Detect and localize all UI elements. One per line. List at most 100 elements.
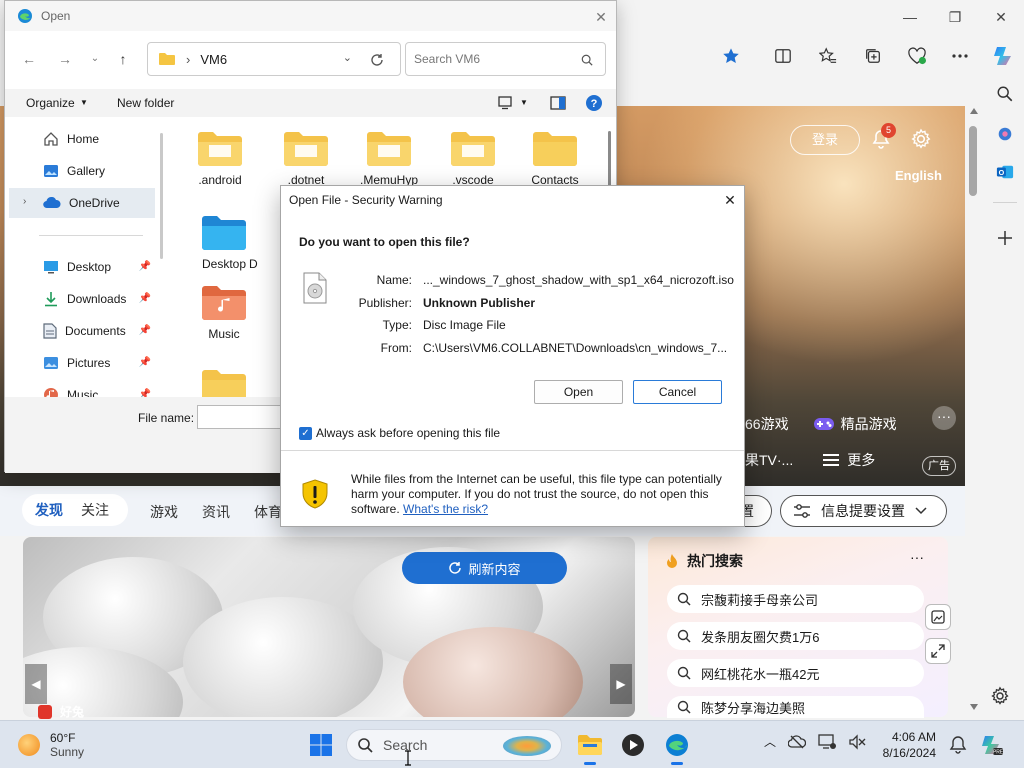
expand-icon[interactable] (925, 638, 951, 664)
restore-button[interactable]: ❐ (940, 6, 970, 28)
scrollbar-thumb[interactable] (969, 126, 977, 196)
view-options-icon[interactable] (498, 96, 512, 110)
outlook-icon[interactable]: O (993, 160, 1017, 184)
always-ask-checkbox[interactable]: ✓ Always ask before opening this file (299, 426, 500, 440)
folder-item[interactable]: .android (182, 129, 258, 201)
pane-splitter[interactable] (160, 133, 163, 259)
organize-menu[interactable]: Organize (26, 96, 75, 110)
view-options-chevron-icon[interactable]: ▼ (520, 98, 528, 107)
expand-chevron-icon[interactable]: › (23, 196, 26, 207)
taskbar-media-player[interactable] (617, 729, 649, 761)
quick-link-games[interactable]: 精品游戏 (813, 414, 897, 434)
cloud-offline-icon[interactable] (788, 734, 807, 749)
more-options-icon[interactable] (948, 44, 972, 68)
up-arrow-icon[interactable]: ↑ (113, 49, 133, 69)
taskbar-clock[interactable]: 4:06 AM 8/16/2024 (880, 729, 936, 761)
add-sidebar-app-icon[interactable] (993, 226, 1017, 250)
quick-link[interactable]: 66游戏 (745, 414, 789, 434)
copilot-taskbar-icon[interactable]: PRE (980, 733, 1004, 757)
taskbar-file-explorer[interactable] (574, 729, 606, 765)
search-icon[interactable] (993, 82, 1017, 106)
folder-item[interactable]: Music (186, 283, 262, 355)
quick-links-row: 66游戏 精品游戏 (745, 414, 897, 434)
tab-discover[interactable]: 发现 (35, 500, 63, 520)
address-location[interactable]: VM6 (200, 52, 227, 67)
security-info: While files from the Internet can be use… (351, 472, 736, 517)
tab-sports[interactable]: 体育 (254, 502, 282, 522)
hot-search-item[interactable]: 宗馥莉接手母亲公司 (667, 585, 924, 613)
refresh-content-button[interactable]: 刷新内容 (402, 552, 567, 584)
security-warning-close-button[interactable]: ✕ (719, 189, 741, 211)
quick-link[interactable]: 果TV·... (745, 450, 793, 470)
carousel-prev-button[interactable]: ◀ (25, 664, 47, 704)
hero-more-button[interactable]: ··· (932, 406, 956, 430)
feed-digest-settings-button[interactable]: 信息提要设置 (780, 495, 947, 527)
new-folder-button[interactable]: New folder (117, 96, 174, 110)
nav-item-pictures[interactable]: Pictures 📌 (9, 348, 155, 378)
split-screen-icon[interactable] (771, 44, 795, 68)
close-browser-button[interactable]: ✕ (986, 6, 1016, 28)
volume-muted-icon[interactable] (848, 733, 866, 750)
preview-pane-icon[interactable] (550, 96, 566, 110)
cancel-button[interactable]: Cancel (633, 380, 722, 404)
nav-item-gallery[interactable]: Gallery (9, 156, 155, 186)
collections-icon[interactable] (861, 44, 885, 68)
checkbox-checked-icon[interactable]: ✓ (299, 426, 312, 440)
favorite-star-icon[interactable] (719, 44, 743, 68)
forward-arrow-icon[interactable]: → (55, 49, 75, 69)
show-hidden-icons-chevron-icon[interactable]: ︿ (764, 733, 776, 750)
quick-link-more[interactable]: 更多 (823, 450, 875, 470)
page-settings-gear-icon[interactable] (990, 686, 1014, 710)
browser-essentials-icon[interactable] (905, 44, 929, 68)
favorites-icon[interactable] (816, 44, 840, 68)
address-bar[interactable]: › VM6 ⌄ (147, 42, 401, 76)
file-name-input[interactable] (197, 405, 287, 429)
taskbar-edge[interactable] (661, 729, 693, 765)
carousel-next-button[interactable]: ▶ (610, 664, 632, 704)
help-icon[interactable]: ? (585, 94, 603, 112)
weather-condition: Sunny (50, 745, 85, 759)
publisher-value: Unknown Publisher (423, 296, 536, 310)
scroll-down-arrow-icon[interactable] (970, 704, 978, 710)
page-scrollbar[interactable] (965, 106, 983, 718)
taskbar-search-box[interactable]: Search (346, 729, 562, 761)
nav-item-home[interactable]: Home (9, 124, 155, 154)
nav-item-desktop[interactable]: Desktop 📌 (9, 252, 155, 282)
open-button[interactable]: Open (534, 380, 623, 404)
language-switch[interactable]: English (895, 168, 942, 183)
open-dialog-close-button[interactable]: ✕ (591, 7, 611, 27)
tab-follow[interactable]: 关注 (81, 500, 109, 520)
hot-search-item[interactable]: 网红桃花水一瓶42元 (667, 659, 924, 687)
display-icon[interactable] (818, 733, 837, 750)
weather-widget[interactable]: 60°F Sunny (18, 731, 84, 759)
windows-start-icon[interactable] (309, 733, 333, 757)
address-dropdown-chevron-icon[interactable]: ⌄ (343, 51, 352, 64)
whats-the-risk-link[interactable]: What's the risk? (403, 502, 488, 516)
hot-search-more-button[interactable]: ··· (910, 549, 924, 565)
scroll-up-arrow-icon[interactable] (970, 108, 978, 114)
svg-text:O: O (999, 168, 1005, 177)
hot-search-item[interactable]: 发条朋友圈欠费1万6 (667, 622, 924, 650)
copilot-sidebar-icon[interactable] (993, 122, 1017, 146)
recent-locations-chevron-icon[interactable]: ⌄ (85, 49, 105, 69)
nav-item-onedrive[interactable]: › OneDrive (9, 188, 155, 218)
folder-search-input[interactable]: Search VM6 (405, 42, 606, 76)
copilot-icon[interactable] (990, 42, 1018, 70)
feed-tab-group: 发现 关注 (22, 494, 128, 526)
gallery-icon (44, 165, 58, 177)
tab-news[interactable]: 资讯 (202, 502, 230, 522)
folder-item[interactable] (186, 367, 262, 397)
settings-gear-icon[interactable] (910, 128, 934, 152)
login-button[interactable]: 登录 (790, 125, 860, 155)
refresh-icon[interactable] (370, 53, 384, 67)
nav-item-documents[interactable]: Documents 📌 (9, 316, 155, 346)
back-arrow-icon[interactable]: ← (19, 49, 39, 69)
notifications-bell-icon[interactable] (948, 735, 968, 755)
nav-item-downloads[interactable]: Downloads 📌 (9, 284, 155, 314)
organize-chevron-icon[interactable]: ▼ (80, 98, 88, 107)
nav-item-label: Home (67, 132, 100, 146)
tab-games[interactable]: 游戏 (150, 502, 178, 522)
image-view-icon[interactable] (925, 604, 951, 630)
minimize-button[interactable]: — (895, 6, 925, 28)
hot-search-item[interactable]: 陈梦分享海边美照 (667, 696, 924, 718)
